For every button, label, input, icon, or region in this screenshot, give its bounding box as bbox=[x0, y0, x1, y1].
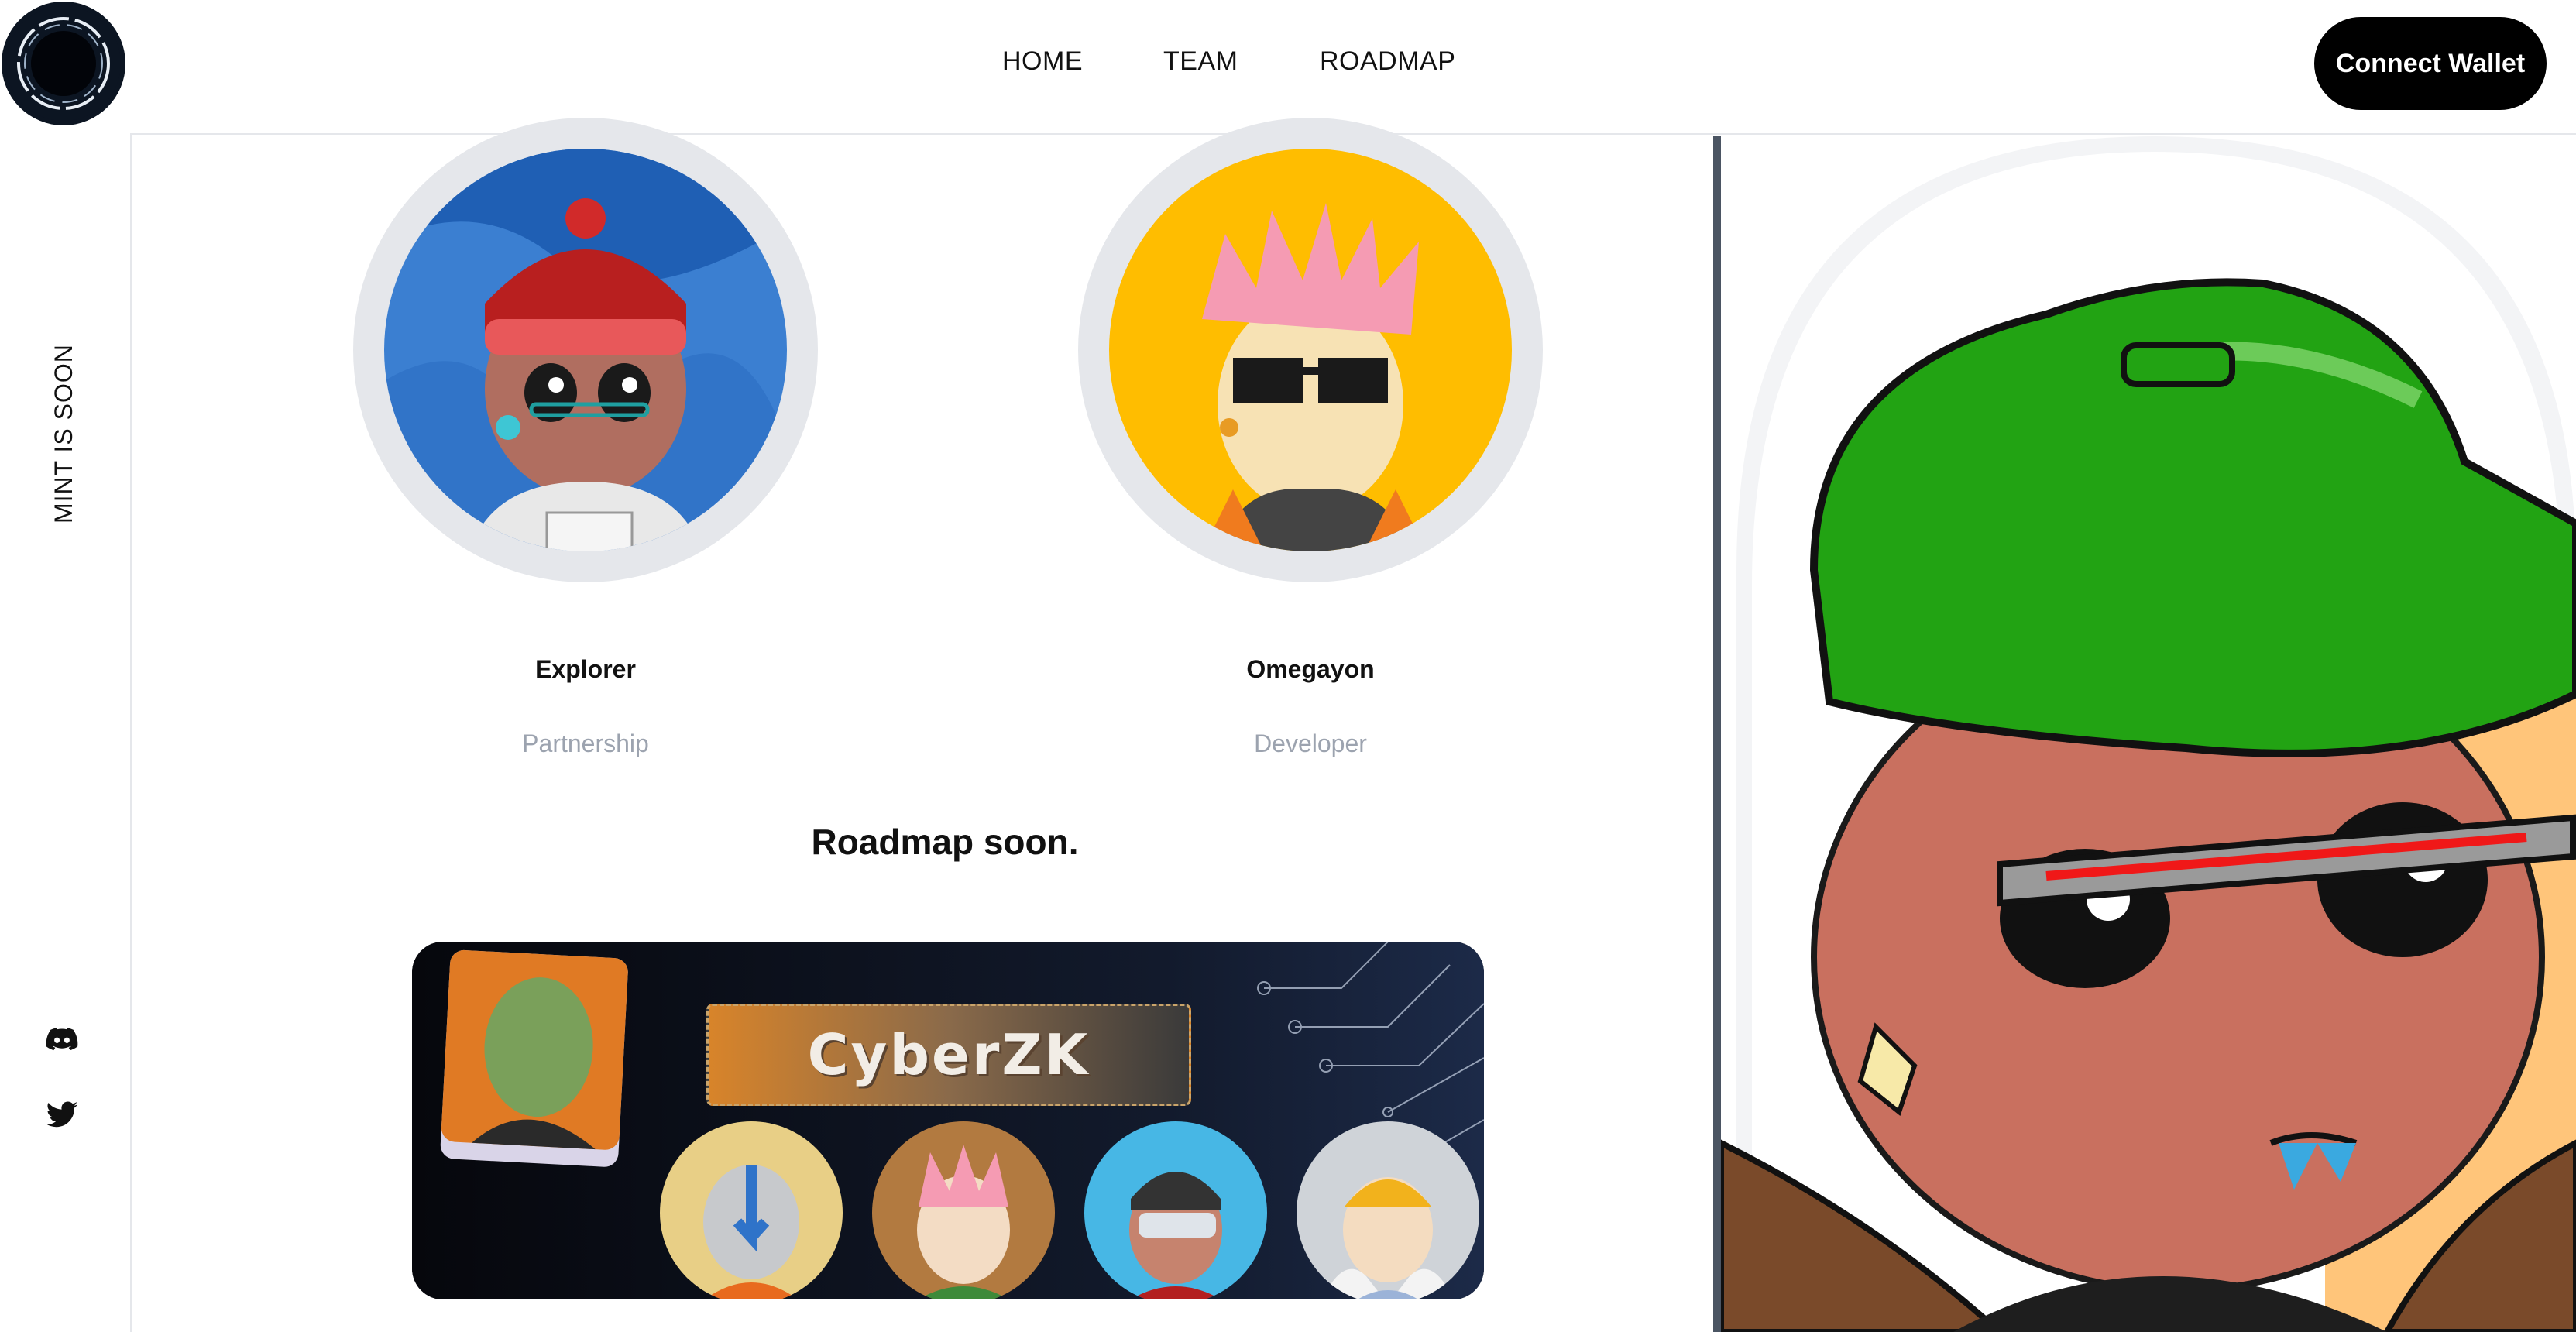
nav-roadmap[interactable]: ROADMAP bbox=[1320, 46, 1455, 77]
avatar-omegayon-image bbox=[1109, 149, 1512, 551]
avatar-explorer-image bbox=[384, 149, 787, 551]
connect-wallet-button[interactable]: Connect Wallet bbox=[2314, 17, 2547, 110]
banner-thumb-2 bbox=[872, 1121, 1055, 1299]
roadmap-title: Roadmap soon. bbox=[811, 822, 1079, 862]
site-logo[interactable] bbox=[2, 2, 125, 125]
hero-character-image bbox=[1721, 136, 2576, 1332]
member-role: Developer bbox=[1254, 730, 1367, 757]
discord-icon bbox=[46, 1028, 78, 1051]
column-divider bbox=[1713, 136, 1721, 1332]
member-role: Partnership bbox=[522, 730, 649, 757]
banner-thumb-4 bbox=[1297, 1121, 1479, 1299]
banner-title: CyberZK bbox=[706, 1004, 1191, 1106]
cyberzk-banner: CyberZK bbox=[412, 942, 1484, 1299]
member-name: Explorer bbox=[535, 655, 636, 683]
banner-thumb-3 bbox=[1084, 1121, 1267, 1299]
banner-thumb-1 bbox=[660, 1121, 843, 1299]
member-name: Omegayon bbox=[1246, 655, 1375, 683]
avatar bbox=[1078, 118, 1543, 582]
nav-team[interactable]: TEAM bbox=[1163, 46, 1238, 77]
twitter-icon bbox=[46, 1101, 78, 1128]
sidebar-divider bbox=[130, 133, 132, 1332]
avatar bbox=[353, 118, 818, 582]
twitter-link[interactable] bbox=[45, 1098, 79, 1132]
nav-home[interactable]: HOME bbox=[1002, 46, 1083, 77]
discord-link[interactable] bbox=[45, 1022, 79, 1056]
mint-status-text: MINT IS SOON bbox=[50, 344, 77, 524]
portal-ring-logo-icon bbox=[6, 6, 121, 121]
